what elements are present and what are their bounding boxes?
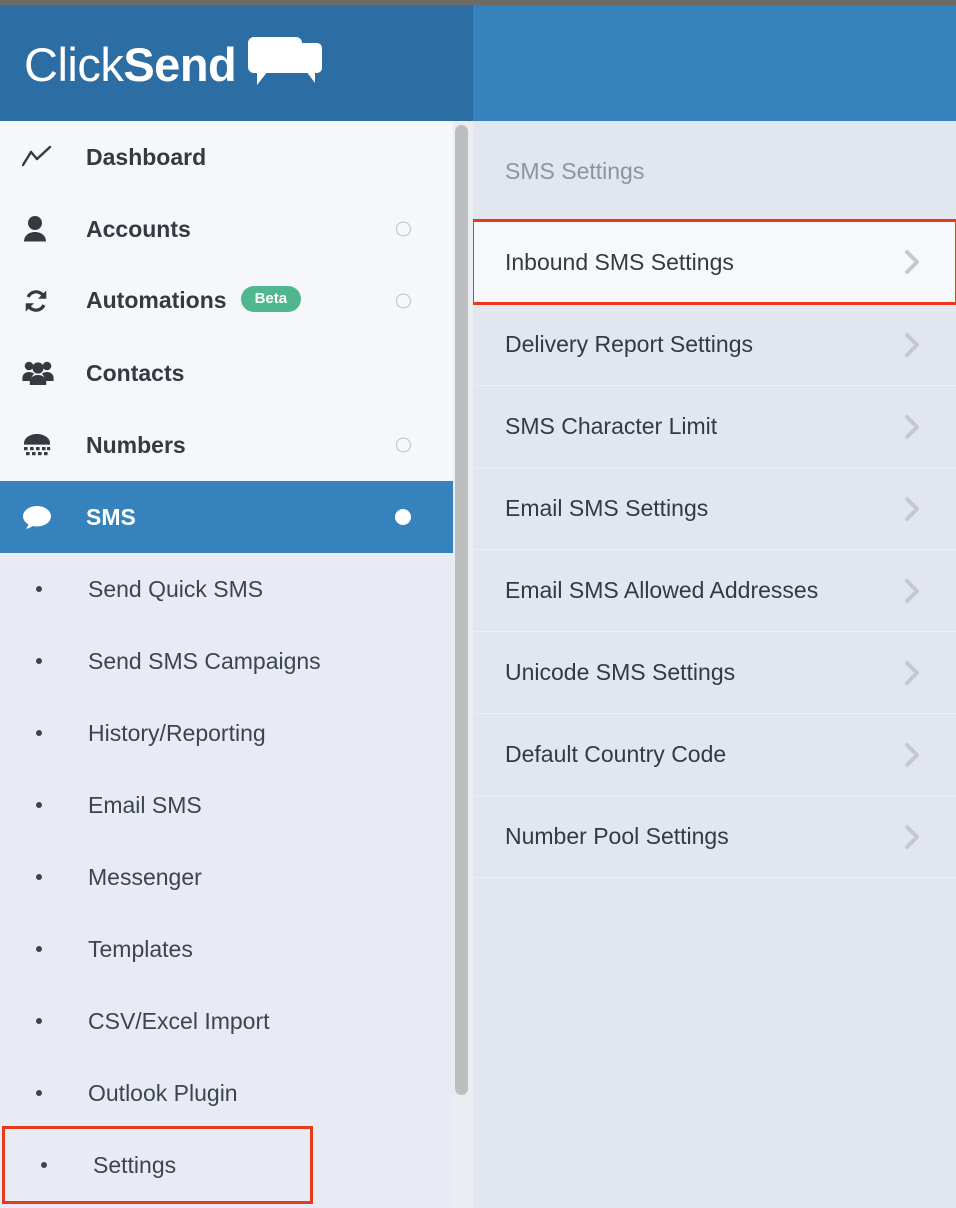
line-chart-icon [22,145,66,169]
sidebar-subitem-label: Messenger [88,863,202,890]
sidebar-subitem-csv-excel-import[interactable]: CSV/Excel Import [0,985,453,1057]
users-group-icon [22,360,66,386]
sidebar-subitem-label: Settings [93,1151,177,1178]
settings-row-email-sms-allowed-addresses[interactable]: Email SMS Allowed Addresses [473,549,956,631]
chevron-right-icon [902,494,924,524]
chevron-right-icon [902,658,924,688]
chat-bubbles-icon [248,37,323,91]
beta-badge: Beta [240,285,302,312]
sidebar-item-label: Automations Beta [86,285,302,315]
sidebar-item-label: Dashboard [86,143,207,170]
keypad-icon [22,433,66,457]
sidebar-item-label: Numbers [86,431,186,458]
settings-row-unicode-sms-settings[interactable]: Unicode SMS Settings [473,631,956,713]
header-brand-area: ClickSend [0,5,473,121]
brand-name-light: Click [24,37,124,91]
bullet-icon [36,1018,42,1024]
sidebar-subitem-label: CSV/Excel Import [88,1007,270,1034]
brand-wordmark: ClickSend [24,37,237,91]
chevron-right-icon [902,330,924,360]
settings-row-label: Unicode SMS Settings [505,659,736,685]
user-icon [22,215,66,243]
settings-row-sms-character-limit[interactable]: SMS Character Limit [473,385,956,467]
chevron-right-icon [902,247,924,277]
sidebar-subitem-send-sms-campaigns[interactable]: Send SMS Campaigns [0,625,453,697]
settings-row-number-pool-settings[interactable]: Number Pool Settings [473,795,956,877]
sidebar-item-numbers[interactable]: Numbers [0,409,453,481]
sidebar-subitem-email-sms[interactable]: Email SMS [0,769,453,841]
bullet-icon [36,586,42,592]
sidebar-item-text: Automations [86,287,227,314]
sidebar-subitem-outlook-plugin[interactable]: Outlook Plugin [0,1057,453,1129]
chevron-right-icon [902,412,924,442]
settings-row-default-country-code[interactable]: Default Country Code [473,713,956,795]
bullet-icon [36,658,42,664]
sidebar-item-dashboard[interactable]: Dashboard [0,121,453,193]
sms-settings-panel: SMS Settings Inbound SMS Settings Delive… [473,121,956,1208]
settings-row-label: Delivery Report Settings [505,331,753,357]
status-dot-hollow [396,437,411,453]
sidebar-item-label: SMS [86,503,136,530]
sidebar-item-label: Accounts [86,215,191,242]
sidebar-subitem-label: Outlook Plugin [88,1079,238,1106]
sidebar: Dashboard Accounts Automations Beta Cont… [0,121,453,1208]
settings-row-label: Email SMS Settings [505,495,709,521]
sidebar-subitem-label: Templates [88,935,193,962]
brand-logo[interactable]: ClickSend [24,33,323,95]
chevron-right-icon [902,740,924,770]
sidebar-item-accounts[interactable]: Accounts [0,193,453,265]
sidebar-subitem-history-reporting[interactable]: History/Reporting [0,697,453,769]
chevron-right-icon [902,822,924,852]
status-dot-filled [395,509,411,525]
sync-icon [22,287,66,315]
header-bar [473,5,956,121]
brand-name-bold: Send [123,37,237,91]
chat-bubble-icon [22,504,66,530]
sidebar-subitem-send-quick-sms[interactable]: Send Quick SMS [0,553,453,625]
chevron-right-icon [902,576,924,606]
sidebar-subitem-messenger[interactable]: Messenger [0,841,453,913]
sidebar-item-label: Contacts [86,359,185,386]
bullet-icon [36,946,42,952]
sidebar-sms-submenu: Send Quick SMS Send SMS Campaigns Histor… [0,553,453,1208]
bullet-icon [36,874,42,880]
sidebar-item-contacts[interactable]: Contacts [0,337,453,409]
status-dot-hollow [396,221,411,237]
status-dot-hollow [396,293,411,309]
sidebar-main-nav: Dashboard Accounts Automations Beta Cont… [0,121,453,553]
settings-row-delivery-report-settings[interactable]: Delivery Report Settings [473,303,956,385]
settings-row-label: SMS Character Limit [505,413,718,439]
sidebar-subitem-label: Email SMS [88,791,202,818]
settings-row-email-sms-settings[interactable]: Email SMS Settings [473,467,956,549]
bullet-icon [36,1090,42,1096]
sidebar-subitem-templates[interactable]: Templates [0,913,453,985]
bullet-icon [41,1162,47,1168]
settings-list-bottom-divider [473,877,956,878]
sidebar-scrollbar-thumb[interactable] [455,125,468,1095]
sidebar-item-automations[interactable]: Automations Beta [0,265,453,337]
settings-row-inbound-sms-settings[interactable]: Inbound SMS Settings [473,219,956,305]
chat-bubble-front-shape [248,37,303,85]
settings-row-label: Default Country Code [505,741,727,767]
settings-row-label: Inbound SMS Settings [505,248,734,275]
settings-row-label: Email SMS Allowed Addresses [505,577,819,603]
sidebar-subitem-label: Send Quick SMS [88,575,264,602]
sidebar-item-sms[interactable]: SMS [0,481,453,553]
page-title: SMS Settings [505,157,645,184]
app-window: ClickSend Dashboard Accounts Automations… [0,0,956,1208]
bullet-icon [36,730,42,736]
settings-row-label: Number Pool Settings [505,823,729,849]
sidebar-subitem-label: History/Reporting [88,719,266,746]
bullet-icon [36,802,42,808]
sidebar-subitem-settings[interactable]: Settings [2,1126,313,1204]
sidebar-subitem-label: Send SMS Campaigns [88,647,321,674]
